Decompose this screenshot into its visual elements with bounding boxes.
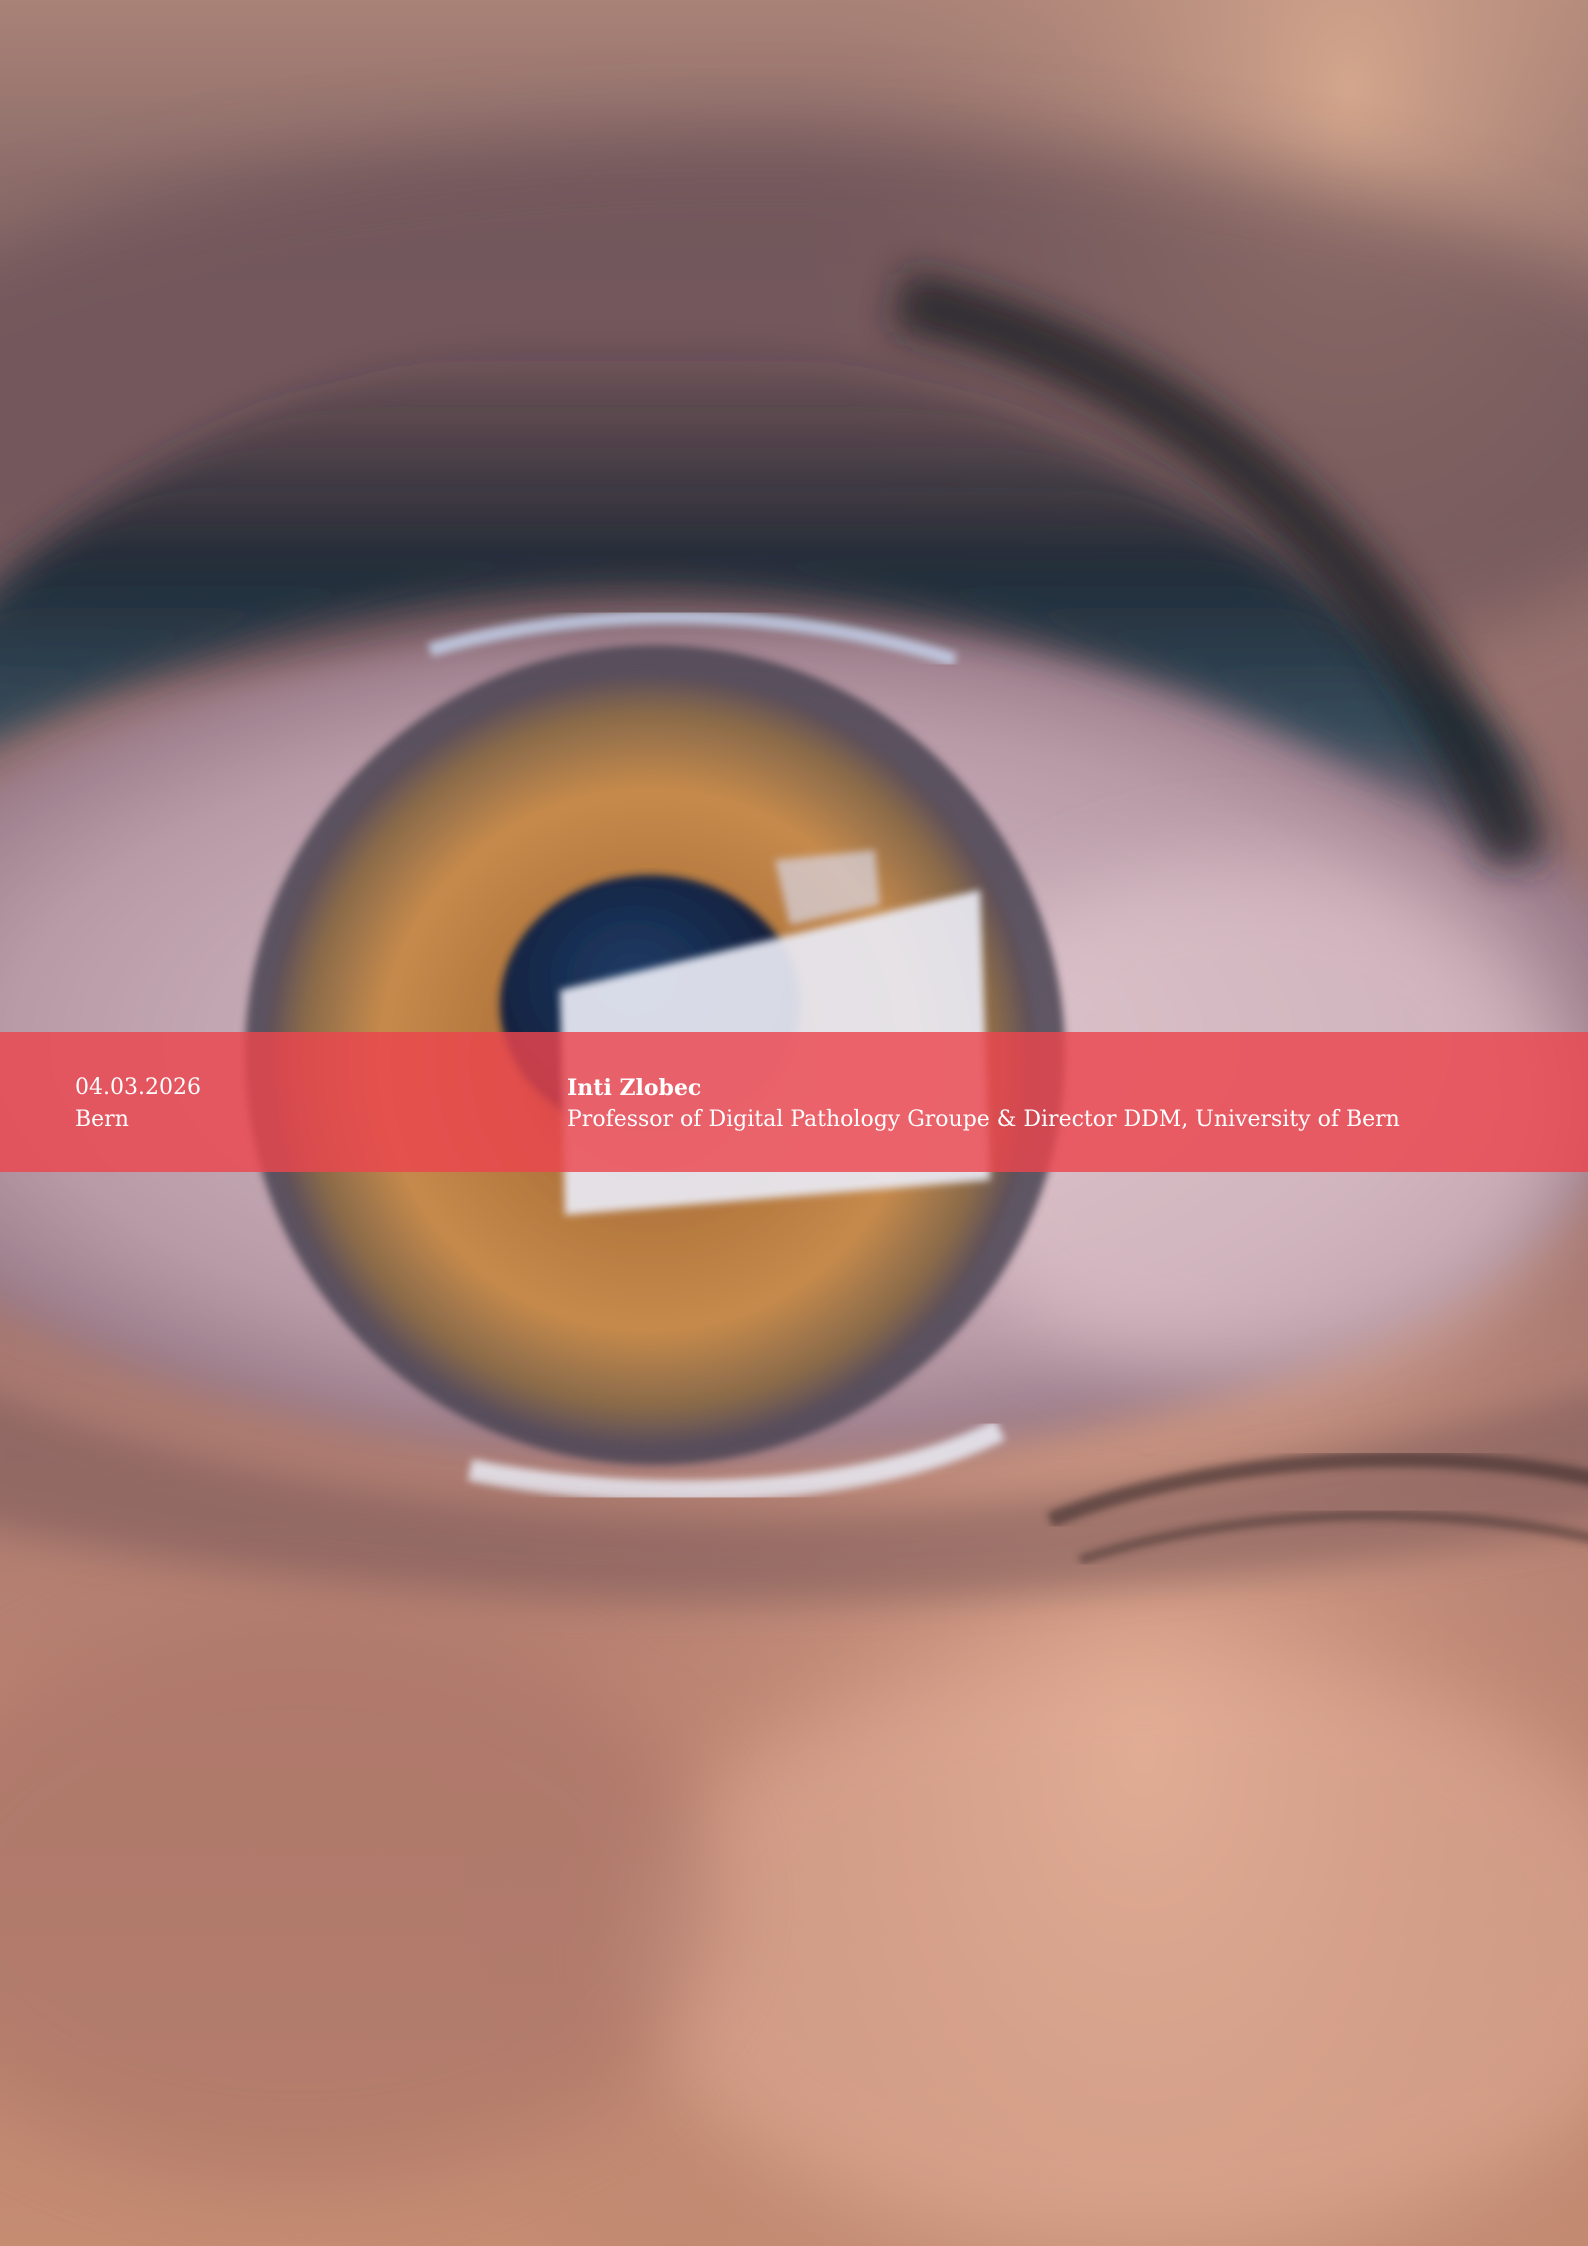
event-info: 04.03.2026 Bern <box>75 1072 201 1136</box>
speaker-title: Professor of Digital Pathology Groupe & … <box>567 1107 1400 1132</box>
speaker-name: Inti Zlobec <box>567 1075 702 1101</box>
event-date: 04.03.2026 <box>75 1075 201 1100</box>
speaker-info: Inti Zlobec Professor of Digital Patholo… <box>567 1072 1400 1136</box>
cover-page: 04.03.2026 Bern Inti Zlobec Professor of… <box>0 0 1588 2246</box>
event-location: Bern <box>75 1107 129 1132</box>
